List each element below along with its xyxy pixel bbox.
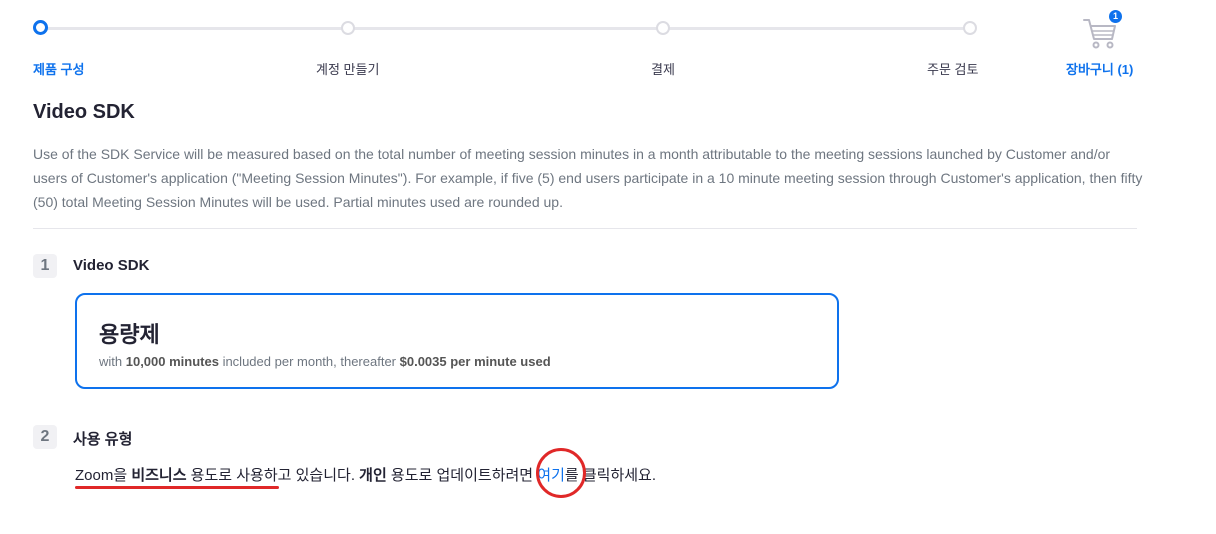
step-label-review: 주문 검토 — [927, 62, 979, 77]
progress-stepper: 제품 구성 계정 만들기 결제 주문 검토 1 장바구니 (1) — [0, 0, 1216, 90]
step-label-product: 제품 구성 — [33, 62, 85, 77]
divider — [33, 228, 1137, 229]
section-title-usage-type: 사용 유형 — [73, 431, 133, 448]
step-dot-1 — [33, 20, 48, 35]
plan-card-usage[interactable]: 용량제 with 10,000 minutes included per mon… — [75, 293, 839, 389]
annotation-underline — [75, 486, 279, 489]
stepper-track — [40, 27, 971, 30]
step-label-payment: 결제 — [651, 62, 675, 77]
plan-name: 용량제 — [99, 322, 160, 347]
page-title: Video SDK — [33, 101, 135, 123]
step-dot-4 — [963, 21, 977, 35]
step-dot-3 — [656, 21, 670, 35]
step-number-2: 2 — [33, 425, 57, 449]
step-dot-2 — [341, 21, 355, 35]
cart-link[interactable]: 장바구니 (1) — [1066, 59, 1133, 78]
step-label-account: 계정 만들기 — [316, 62, 380, 77]
step-number-1: 1 — [33, 254, 57, 278]
annotation-circle — [536, 448, 586, 498]
cart-count-badge: 1 — [1109, 10, 1122, 23]
plan-description: with 10,000 minutes included per month, … — [99, 354, 551, 369]
sdk-description: Use of the SDK Service will be measured … — [33, 146, 1143, 210]
section-title-video-sdk: Video SDK — [73, 257, 150, 274]
